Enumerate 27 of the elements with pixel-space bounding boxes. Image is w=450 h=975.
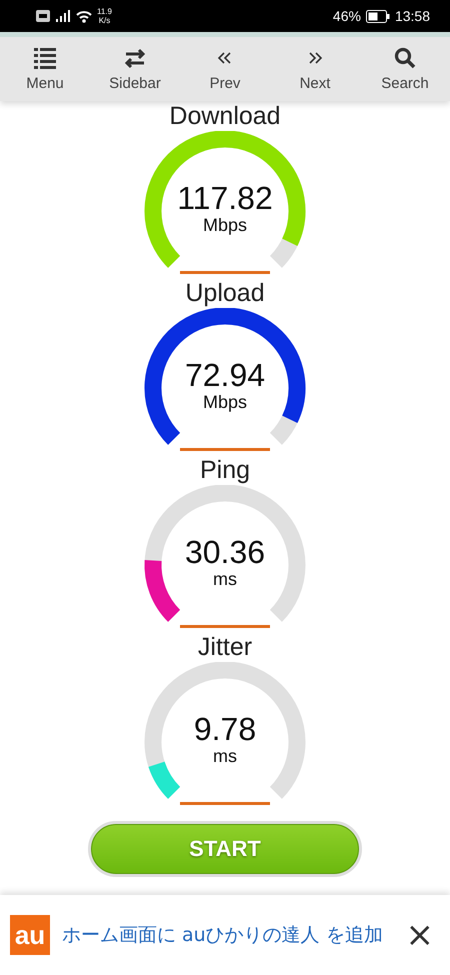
gauge-unit: Mbps: [202, 392, 247, 412]
gauge-title: Download: [169, 101, 281, 131]
gauge-title: Jitter: [198, 632, 252, 662]
battery-percent: 46%: [332, 8, 361, 24]
wifi-icon: [76, 10, 92, 22]
network-speed-unit: K/s: [98, 16, 110, 25]
battery-icon: [366, 10, 390, 22]
toolbar-button[interactable]: Next: [275, 46, 355, 92]
clock: 13:58: [394, 8, 430, 24]
toolbar-button[interactable]: Menu: [5, 46, 85, 92]
network-speed: 11.9: [97, 7, 112, 16]
toolbar-button[interactable]: Sidebar: [95, 46, 175, 92]
app-logo: au: [10, 915, 50, 955]
add-to-home-link[interactable]: ホーム画面に auひかりの達人 を追加: [62, 920, 394, 950]
gauge-unit: Mbps: [202, 215, 247, 235]
close-button[interactable]: ×: [406, 915, 434, 955]
toolbar-button[interactable]: Search: [365, 46, 445, 92]
search-icon: [394, 46, 416, 68]
menu-icon: [34, 46, 56, 68]
signal-icon: [55, 10, 71, 22]
gauge-value: 72.94: [184, 358, 266, 392]
toolbar-button[interactable]: Prev: [185, 46, 265, 92]
gauge-title: Upload: [185, 278, 265, 308]
gauge-value: 117.82: [177, 181, 273, 215]
swap-arrows-icon: [124, 46, 146, 68]
hd-icon: [36, 10, 50, 22]
gauge-title: Ping: [200, 455, 250, 485]
